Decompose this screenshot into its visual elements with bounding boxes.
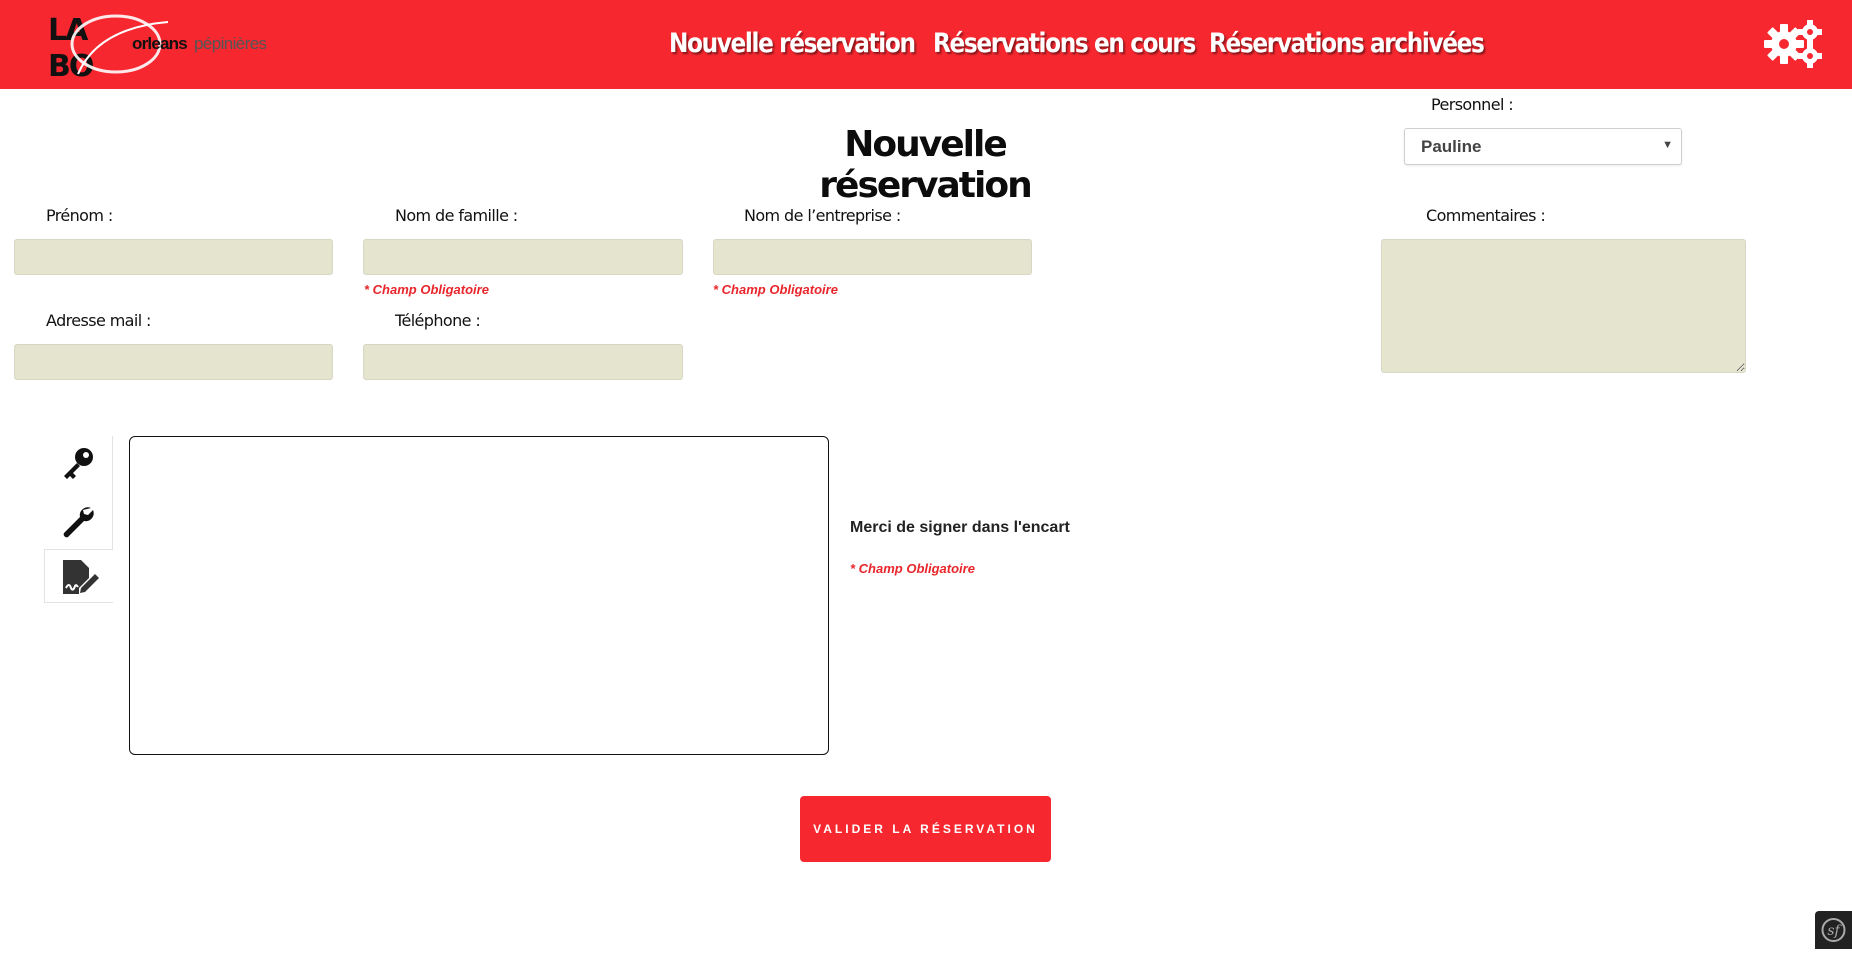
signature-instruction: Merci de signer dans l'encart	[850, 519, 1070, 536]
telephone-label: Téléphone :	[395, 311, 481, 330]
prenom-label: Prénom :	[46, 206, 113, 225]
prenom-input[interactable]	[14, 239, 333, 275]
svg-text:pépinières: pépinières	[194, 34, 267, 53]
symfony-icon: sf	[1821, 918, 1846, 942]
nom-input[interactable]	[363, 239, 683, 275]
email-label: Adresse mail :	[46, 311, 151, 330]
nom-label: Nom de famille :	[395, 206, 518, 225]
commentaires-textarea[interactable]	[1381, 239, 1746, 373]
commentaires-label: Commentaires :	[1426, 206, 1546, 225]
signature-tool-tab[interactable]	[44, 549, 113, 603]
signature-icon	[63, 560, 99, 594]
key-icon	[64, 448, 93, 479]
signature-tool-tabs	[44, 436, 113, 603]
entreprise-input[interactable]	[713, 239, 1032, 275]
gears-icon[interactable]	[1764, 18, 1824, 70]
telephone-input[interactable]	[363, 344, 683, 380]
top-navbar: LA BO orleans pépinières Nouvelle réserv…	[0, 0, 1852, 89]
validate-reservation-button[interactable]: VALIDER LA RÉSERVATION	[800, 796, 1051, 862]
nav-reservations-en-cours[interactable]: Réservations en cours	[933, 24, 1196, 64]
signature-required-text: * Champ Obligatoire	[850, 561, 975, 576]
entreprise-label: Nom de l’entreprise :	[744, 206, 901, 225]
symfony-toolbar-toggle[interactable]: sf	[1815, 911, 1852, 949]
svg-text:orleans: orleans	[132, 34, 187, 53]
nav-nouvelle-reservation[interactable]: Nouvelle réservation	[669, 24, 916, 64]
key-tool-tab[interactable]	[44, 436, 113, 490]
personnel-label: Personnel :	[1431, 95, 1514, 114]
chevron-down-icon: ▼	[1662, 139, 1673, 151]
email-input[interactable]	[14, 344, 333, 380]
wrench-tool-tab[interactable]	[44, 493, 113, 547]
page-title: Nouvelle réservation	[819, 124, 1032, 206]
personnel-select[interactable]: Pauline ▼	[1404, 128, 1682, 165]
signature-pad[interactable]	[129, 436, 829, 755]
wrench-icon	[63, 507, 94, 538]
personnel-selected-value: Pauline	[1421, 137, 1482, 156]
svg-text:LA: LA	[48, 13, 89, 48]
svg-text:sf: sf	[1827, 923, 1842, 939]
nav-reservations-archivees[interactable]: Réservations archivées	[1209, 24, 1485, 64]
nom-required-text: * Champ Obligatoire	[364, 282, 489, 297]
entreprise-required-text: * Champ Obligatoire	[713, 282, 838, 297]
labo-orleans-pepinieres-logo[interactable]: LA BO orleans pépinières	[48, 8, 280, 80]
